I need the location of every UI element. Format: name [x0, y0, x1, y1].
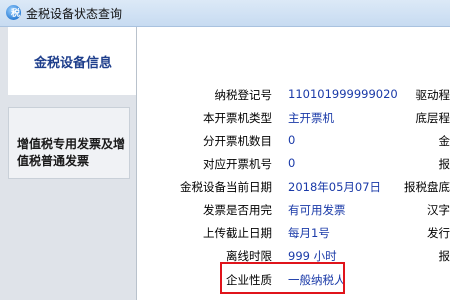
- right-label-hanzi: 汉字: [427, 203, 450, 217]
- field-label-machine-type: 本开票机类型: [203, 111, 272, 125]
- app-icon: 税: [6, 5, 21, 20]
- sidebar-item-label: 增值税专用发票及增值税普通发票: [17, 137, 126, 168]
- right-label-tax-disk: 报税盘底: [404, 180, 450, 194]
- right-label-bao-2: 报: [438, 249, 450, 263]
- field-label-machine-number: 对应开票机号: [203, 157, 272, 171]
- field-label-device-date: 金税设备当前日期: [180, 180, 272, 194]
- field-label-sub-machine-count: 分开票机数目: [203, 134, 272, 148]
- title-bar: 税 金税设备状态查询: [0, 0, 450, 27]
- sidebar: 金税设备信息 增值税专用发票及增值税普通发票: [0, 27, 137, 300]
- window-title: 金税设备状态查询: [26, 7, 123, 21]
- field-value-device-date: 2018年05月07日: [288, 180, 382, 194]
- field-value-machine-type: 主开票机: [288, 111, 334, 125]
- field-label-tax-id: 纳税登记号: [214, 88, 273, 102]
- right-label-jin: 金: [438, 134, 450, 148]
- right-label-bao: 报: [438, 157, 450, 171]
- highlight-box: [220, 262, 345, 294]
- field-value-upload-deadline: 每月1号: [288, 226, 330, 240]
- right-label-driver-version: 驱动程: [415, 88, 450, 102]
- field-label-invoices-used-up: 发票是否用完: [203, 203, 272, 217]
- field-value-invoices-used-up: 有可用发票: [288, 203, 346, 217]
- sidebar-item-invoice-type[interactable]: 增值税专用发票及增值税普通发票: [8, 107, 130, 179]
- field-value-machine-number: 0: [288, 156, 296, 170]
- sidebar-header-label: 金税设备信息: [34, 56, 113, 71]
- field-value-tax-id: 110101999999020: [288, 87, 398, 101]
- sidebar-header: 金税设备信息: [8, 27, 136, 95]
- right-label-base-version: 底层程: [415, 111, 450, 125]
- field-value-sub-machine-count: 0: [288, 133, 296, 147]
- right-label-issue: 发行: [427, 226, 450, 240]
- field-label-upload-deadline: 上传截止日期: [203, 226, 272, 240]
